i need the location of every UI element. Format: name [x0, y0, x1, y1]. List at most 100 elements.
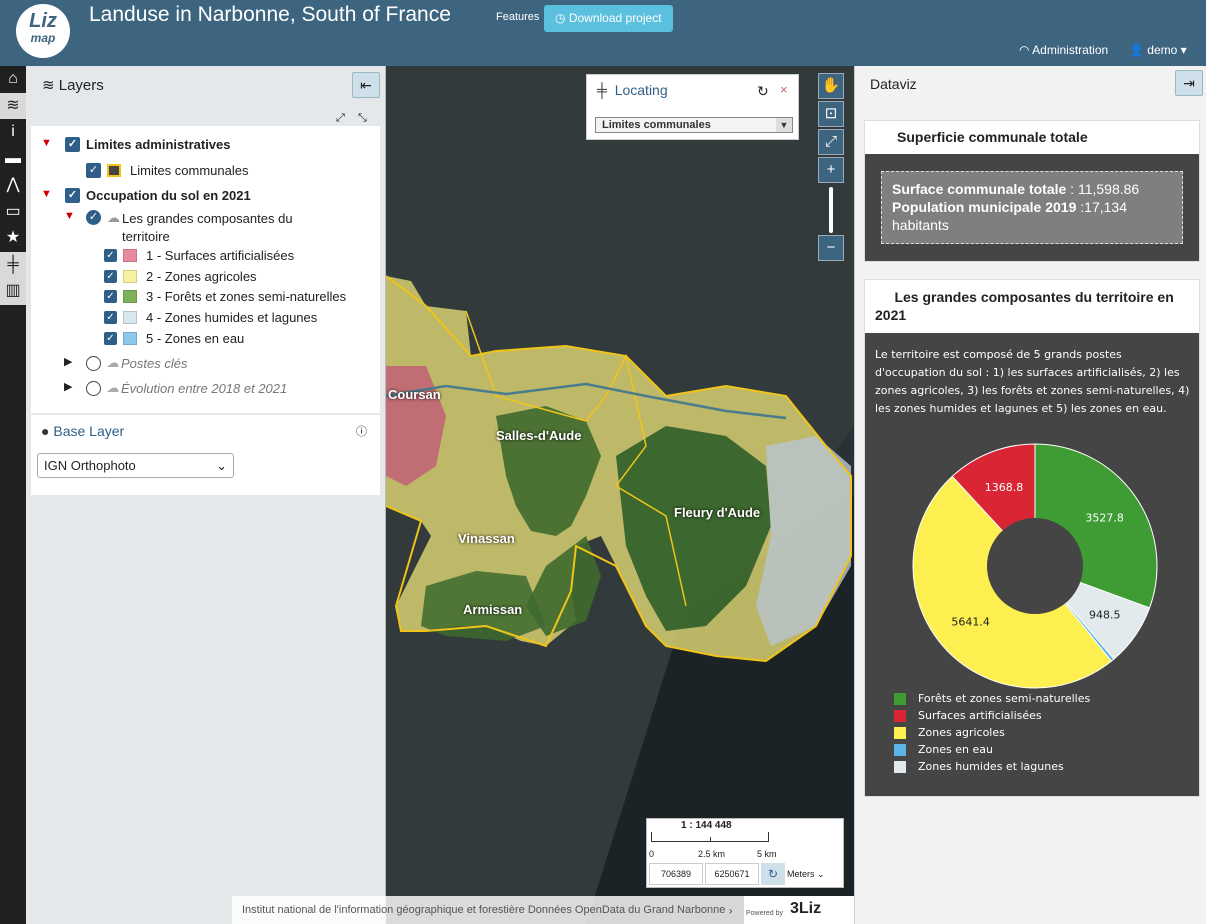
card-body: Surface communale totale : 11,598.86 Pop…: [865, 154, 1199, 261]
legend-symbol: [123, 332, 137, 345]
legend-symbol: [123, 249, 137, 262]
map-attribution: Institut national de l'information géogr…: [232, 896, 744, 924]
chevron-down-icon: ⌄: [216, 458, 227, 473]
data-label: 1368.8: [985, 481, 1024, 494]
data-label: 948.5: [1089, 609, 1121, 622]
zoom-slider[interactable]: [829, 187, 833, 233]
layer-item[interactable]: ✓ Limites communales: [86, 163, 249, 178]
zoom-box-icon[interactable]: ⊡: [818, 101, 844, 127]
checkbox[interactable]: ✓: [104, 249, 117, 262]
left-toolbar: ⌂ ≋ i ▬ ⋀ ▭ ★ ╪ ▥: [0, 66, 26, 924]
zoom-in-button[interactable]: +: [818, 157, 844, 183]
coord-x: 706389: [649, 863, 703, 885]
info-icon[interactable]: i: [0, 119, 26, 146]
presentation-icon[interactable]: ▭: [0, 199, 26, 226]
coord-y: 6250671: [705, 863, 759, 885]
group-toggle-icon[interactable]: ▶: [64, 380, 72, 393]
group-toggle-icon[interactable]: ▼: [64, 210, 75, 222]
locate-icon[interactable]: ╪: [0, 251, 26, 278]
info-icon[interactable]: ⓘ: [356, 423, 367, 439]
checkbox[interactable]: ✓: [104, 332, 117, 345]
layers-title: ≋ Layers: [42, 77, 104, 94]
checkbox[interactable]: ✓: [86, 163, 101, 178]
administration-link[interactable]: ◠ Administration: [1019, 43, 1108, 57]
user-menu[interactable]: 👤 demo ▾: [1129, 43, 1187, 57]
radio[interactable]: [86, 355, 101, 371]
layers-icon[interactable]: ≋: [0, 92, 26, 119]
features-label: Features: [496, 11, 540, 23]
legend-class[interactable]: ✓ 3 - Forêts et zones semi-naturelles: [104, 289, 346, 304]
legend-item[interactable]: Zones en eau: [894, 743, 993, 756]
radio[interactable]: [86, 380, 101, 396]
group-toggle-icon[interactable]: ▼: [41, 188, 52, 200]
collapse-panel-button[interactable]: ⇤: [352, 72, 380, 98]
units-select[interactable]: Meters ⌄: [787, 863, 841, 885]
layer-group[interactable]: ✓ Occupation du sol en 2021: [65, 188, 251, 203]
legend-class[interactable]: ✓ 1 - Surfaces artificialisées: [104, 248, 294, 263]
zoom-extent-icon[interactable]: ⤢: [818, 129, 844, 155]
town-label: Coursan: [388, 387, 441, 402]
pan-icon[interactable]: ✋: [818, 73, 844, 99]
refresh-coords-icon[interactable]: ↻: [761, 863, 785, 885]
star-icon[interactable]: ★: [0, 225, 26, 252]
checkbox[interactable]: ✓: [86, 210, 101, 225]
layer-subgroup[interactable]: ✓ ☁ Les grandes composantes du territoire: [86, 210, 302, 246]
layer-group[interactable]: ☁ Évolution entre 2018 et 2021: [86, 380, 287, 396]
tooltip-icon[interactable]: ▬: [0, 146, 26, 173]
chevron-down-icon: ▼: [776, 118, 792, 132]
layer-group[interactable]: ✓ Limites administratives: [65, 137, 231, 152]
lizmap-logo[interactable]: Liz map: [16, 4, 70, 58]
legend-swatch: [894, 743, 906, 756]
refresh-icon[interactable]: ↻: [757, 83, 769, 100]
group-toggle-icon[interactable]: ▼: [41, 137, 52, 149]
powered-by[interactable]: Powered by 3Liz: [744, 896, 854, 924]
cloud-icon: ☁: [106, 355, 119, 370]
base-layer-title: ● Base Layer: [41, 423, 125, 439]
legend-class[interactable]: ✓ 4 - Zones humides et lagunes: [104, 310, 317, 325]
checkbox[interactable]: ✓: [65, 137, 80, 152]
legend-item[interactable]: Forêts et zones semi-naturelles: [894, 692, 1090, 705]
collapse-dataviz-button[interactable]: ⇥: [1175, 70, 1203, 96]
town-label: Vinassan: [458, 531, 515, 546]
town-label: Armissan: [463, 602, 523, 617]
download-project-button[interactable]: ◷ Download project: [544, 5, 673, 32]
locating-select[interactable]: Limites communales ▼: [595, 117, 793, 133]
legend-item[interactable]: Zones agricoles: [894, 726, 1005, 739]
expand-all-icon[interactable]: ⤢: [336, 112, 345, 125]
checkbox[interactable]: ✓: [104, 311, 117, 324]
collapse-all-icon[interactable]: ⤡: [358, 112, 367, 125]
globe-icon: ●: [41, 423, 50, 439]
checkbox[interactable]: ✓: [104, 290, 117, 303]
legend-class[interactable]: ✓ 5 - Zones en eau: [104, 331, 244, 346]
card-title: Les grandes composantes du territoire en…: [875, 289, 1174, 323]
checkbox[interactable]: ✓: [65, 188, 80, 203]
town-label: Salles-d'Aude: [496, 428, 582, 443]
legend-label: Surfaces artificialisées: [918, 709, 1042, 722]
scale-tick: [710, 837, 711, 842]
home-icon[interactable]: ⌂: [0, 66, 26, 93]
base-layer-select[interactable]: IGN Orthophoto ⌄: [37, 453, 234, 478]
close-icon[interactable]: ×: [780, 82, 788, 97]
card-title: Superficie communale totale: [897, 129, 1088, 145]
layers-panel: ≋ Layers ⇤ ⤢ ⤡ ▼ ✓ Limites administrative…: [26, 66, 386, 924]
attribution-toggle-icon[interactable]: ›: [729, 906, 732, 917]
elevation-icon[interactable]: ⋀: [0, 172, 26, 199]
layers-icon: ≋: [42, 77, 55, 94]
scale-label: 1 : 144 448: [681, 820, 732, 831]
layer-group[interactable]: ☁ Postes clés: [86, 355, 187, 371]
legend-label: Zones en eau: [918, 743, 993, 756]
group-toggle-icon[interactable]: ▶: [64, 355, 72, 368]
scale-tick-label: 2.5 km: [698, 849, 726, 859]
legend-item[interactable]: Zones humides et lagunes: [894, 760, 1064, 773]
legend-item[interactable]: Surfaces artificialisées: [894, 709, 1042, 722]
scale-tick-label: 5 km: [757, 849, 777, 859]
legend-symbol: [123, 311, 137, 324]
zoom-out-button[interactable]: −: [818, 235, 844, 261]
checkbox[interactable]: ✓: [104, 270, 117, 283]
dataviz-icon[interactable]: ▥: [0, 278, 26, 305]
legend-class[interactable]: ✓ 2 - Zones agricoles: [104, 269, 257, 284]
base-layer-section: ● Base Layer ⓘ IGN Orthophoto ⌄: [31, 415, 380, 495]
chevron-down-icon: ⌄: [817, 869, 825, 879]
legend-label: Zones humides et lagunes: [918, 760, 1064, 773]
data-label: 5641.4: [951, 615, 990, 628]
